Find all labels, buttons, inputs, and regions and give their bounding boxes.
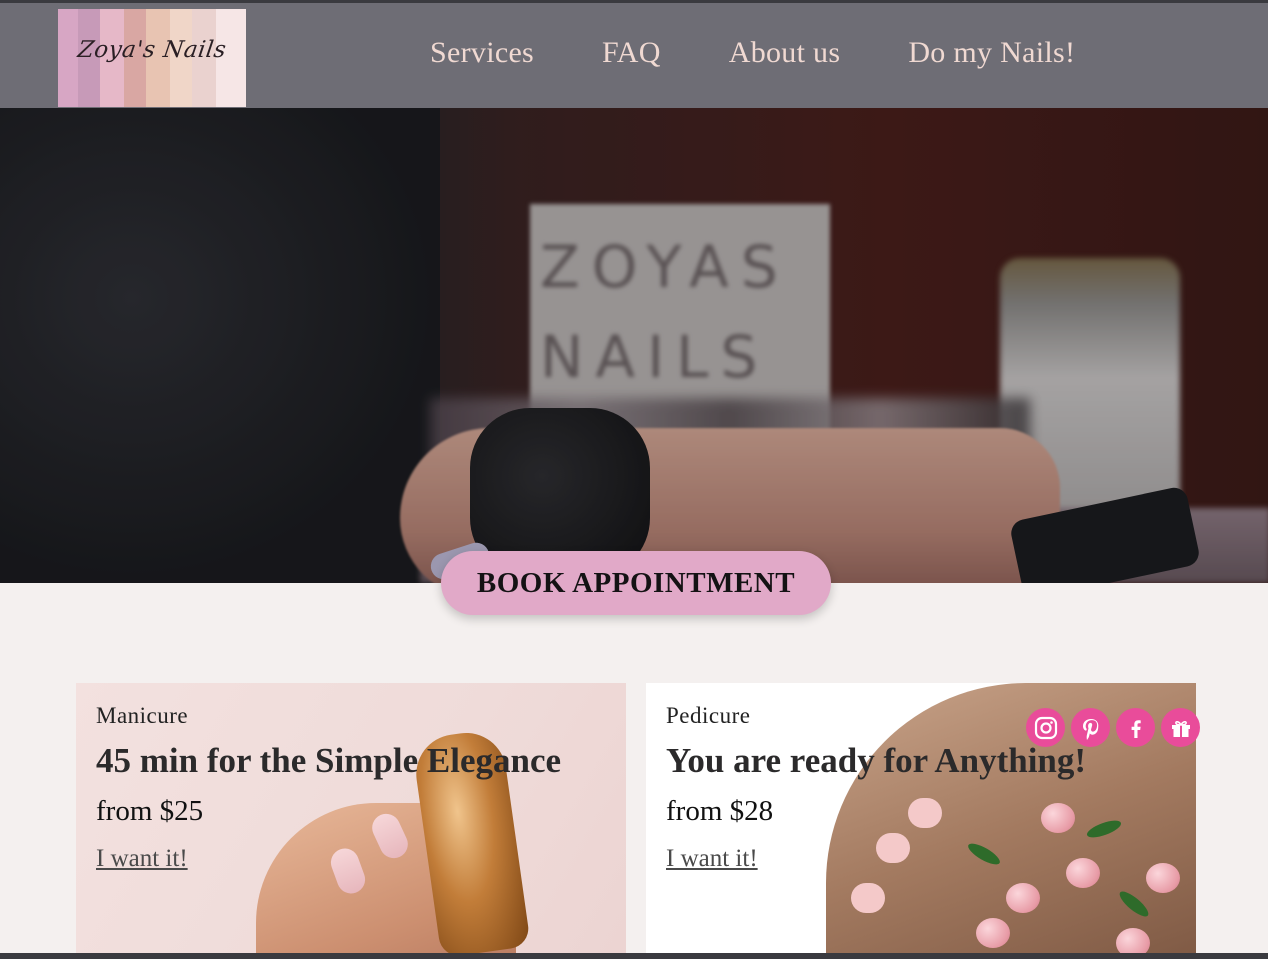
card-kicker: Manicure [96,703,189,728]
nav-faq[interactable]: FAQ [602,36,661,70]
nav-about-us[interactable]: About us [729,36,841,70]
card-kicker: Pedicure [666,703,751,728]
card-price: from $25 [96,795,204,827]
card-price: from $28 [666,795,774,827]
bottom-border [0,953,1268,959]
card-title: 45 min for the Simple Elegance [96,741,562,780]
gift-icon[interactable] [1161,708,1200,747]
nav-do-my-nails[interactable]: Do my Nails! [908,36,1075,70]
book-appointment-button[interactable]: BOOK APPOINTMENT [441,551,831,615]
pinterest-icon[interactable] [1071,708,1110,747]
pedicure-i-want-it-link[interactable]: I want it! [666,845,758,873]
manicure-card: Manicure 45 min for the Simple Elegance … [76,683,626,953]
site-logo[interactable]: Zoya's Nails [58,9,246,107]
card-title: You are ready for Anything! [666,741,1087,780]
logo-text: Zoya's Nails [76,37,228,63]
main-nav: Services FAQ About us Do my Nails! [430,36,1075,70]
hero-image: ZOYAS NAILS [0,108,1268,583]
facebook-icon[interactable] [1116,708,1155,747]
social-links [1026,708,1200,747]
instagram-icon[interactable] [1026,708,1065,747]
site-header: Zoya's Nails Services FAQ About us Do my… [0,3,1268,108]
manicure-i-want-it-link[interactable]: I want it! [96,845,188,873]
nav-services[interactable]: Services [430,36,534,70]
